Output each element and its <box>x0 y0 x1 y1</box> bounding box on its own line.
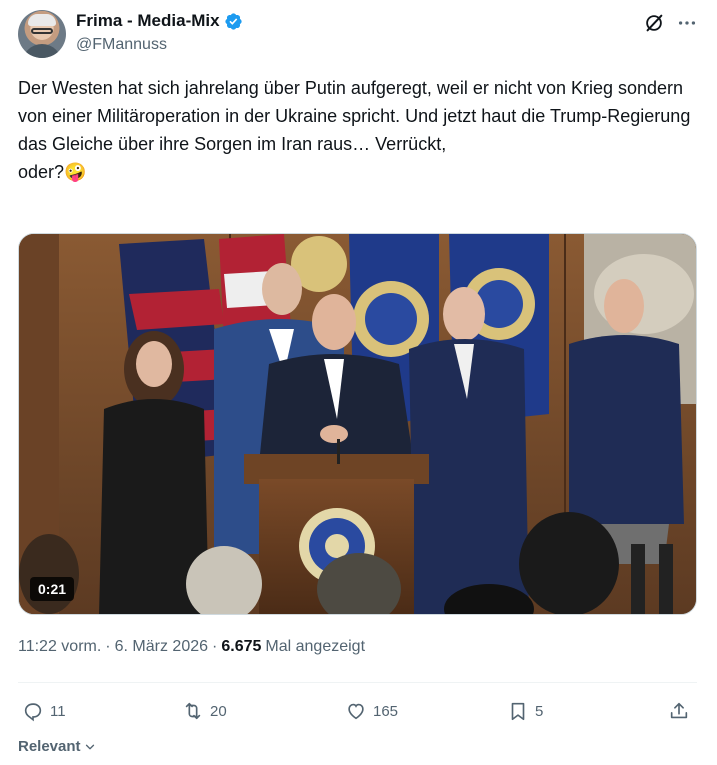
bookmark-button[interactable]: 5 <box>507 696 543 726</box>
author-name-row[interactable]: Frima - Media-Mix <box>76 11 243 31</box>
meta-separator: · <box>105 638 111 655</box>
reply-button[interactable]: 11 <box>22 696 66 726</box>
reply-count: 11 <box>50 702 66 720</box>
author-display-name[interactable]: Frima - Media-Mix <box>76 11 220 31</box>
more-icon[interactable] <box>676 12 698 34</box>
retweet-icon <box>185 702 201 720</box>
bookmark-count: 5 <box>535 702 544 720</box>
author-avatar[interactable] <box>18 10 66 58</box>
divider <box>18 682 697 683</box>
author-handle[interactable]: @FMannuss <box>76 36 167 54</box>
retweet-button[interactable]: 20 <box>182 696 227 726</box>
sort-label: Relevant <box>18 738 81 755</box>
share-icon <box>670 702 688 719</box>
grok-icon[interactable] <box>643 12 665 34</box>
meta-separator: · <box>212 638 218 655</box>
tweet-meta: 11:22 vorm. · 6. März 2026 · 6.675 Mal a… <box>18 638 365 656</box>
verified-badge-icon <box>224 12 242 30</box>
video-player[interactable] <box>18 233 697 615</box>
tweet-date[interactable]: 6. März 2026 <box>115 638 208 656</box>
sort-replies-dropdown[interactable]: Relevant <box>18 738 97 755</box>
chevron-down-icon <box>85 744 94 749</box>
like-count: 165 <box>373 702 399 720</box>
reply-icon <box>24 703 42 722</box>
tweet-time[interactable]: 11:22 vorm. <box>18 638 101 656</box>
action-bar: 11 20 165 5 <box>18 696 697 726</box>
heart-icon <box>348 703 364 720</box>
share-button[interactable] <box>668 696 690 726</box>
video-frame <box>19 234 696 614</box>
video-duration-badge: 0:21 <box>30 577 75 601</box>
like-button[interactable]: 165 <box>345 696 398 726</box>
views-count: 6.675 <box>221 638 262 655</box>
bookmark-icon <box>511 702 525 721</box>
tweet-text: Der Westen hat sich jahrelang über Putin… <box>18 78 691 182</box>
views-label: Mal angezeigt <box>265 638 366 655</box>
retweet-count: 20 <box>210 702 227 720</box>
